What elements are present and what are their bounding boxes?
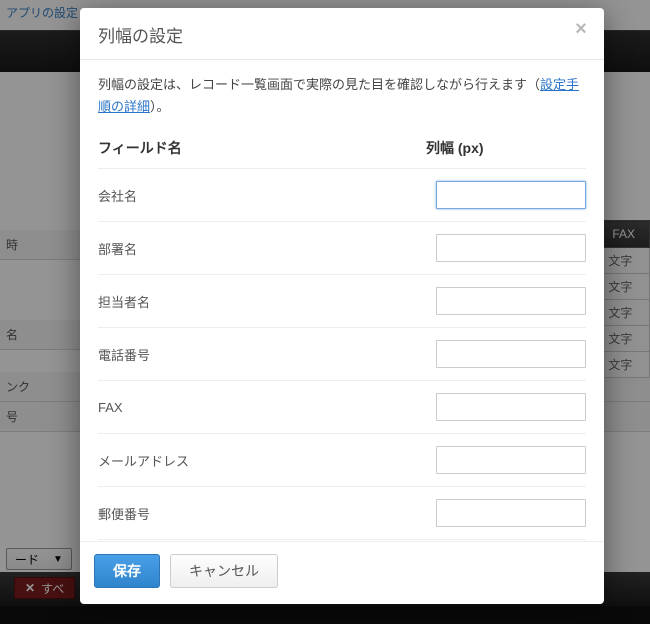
- table-header: フィールド名 列幅 (px): [98, 132, 586, 168]
- field-name-label: 会社名: [98, 186, 436, 205]
- column-width-input[interactable]: [436, 340, 586, 368]
- field-row: 郵便番号: [98, 486, 586, 539]
- field-row: メールアドレス: [98, 433, 586, 486]
- dialog-body: 列幅の設定は、レコード一覧画面で実際の見た目を確認しながら行えます（設定手順の詳…: [80, 60, 604, 541]
- column-width-input[interactable]: [436, 393, 586, 421]
- close-button[interactable]: ×: [568, 16, 594, 42]
- dialog-description: 列幅の設定は、レコード一覧画面で実際の見た目を確認しながら行えます（設定手順の詳…: [98, 74, 586, 118]
- field-name-label: メールアドレス: [98, 451, 436, 470]
- field-row: FAX: [98, 380, 586, 433]
- column-width-dialog: 列幅の設定 × 列幅の設定は、レコード一覧画面で実際の見た目を確認しながら行えま…: [80, 8, 604, 604]
- dialog-footer: 保存 キャンセル: [80, 541, 604, 604]
- column-width-input[interactable]: [436, 287, 586, 315]
- close-icon: ×: [575, 18, 587, 40]
- field-name-label: FAX: [98, 400, 436, 415]
- cancel-button[interactable]: キャンセル: [170, 554, 278, 588]
- field-name-header: フィールド名: [98, 138, 426, 158]
- dialog-header: 列幅の設定 ×: [80, 8, 604, 60]
- save-button[interactable]: 保存: [94, 554, 160, 588]
- dialog-title: 列幅の設定: [98, 22, 586, 47]
- field-row: 担当者名: [98, 274, 586, 327]
- field-row: 電話番号: [98, 327, 586, 380]
- field-name-label: 部署名: [98, 239, 436, 258]
- column-width-input[interactable]: [436, 181, 586, 209]
- field-row: 部署名: [98, 221, 586, 274]
- column-width-input[interactable]: [436, 499, 586, 527]
- column-width-input[interactable]: [436, 234, 586, 262]
- field-name-label: 電話番号: [98, 345, 436, 364]
- field-row: 会社名: [98, 168, 586, 221]
- field-name-label: 郵便番号: [98, 504, 436, 523]
- column-width-input[interactable]: [436, 446, 586, 474]
- field-name-label: 担当者名: [98, 292, 436, 311]
- column-width-header: 列幅 (px): [426, 138, 586, 158]
